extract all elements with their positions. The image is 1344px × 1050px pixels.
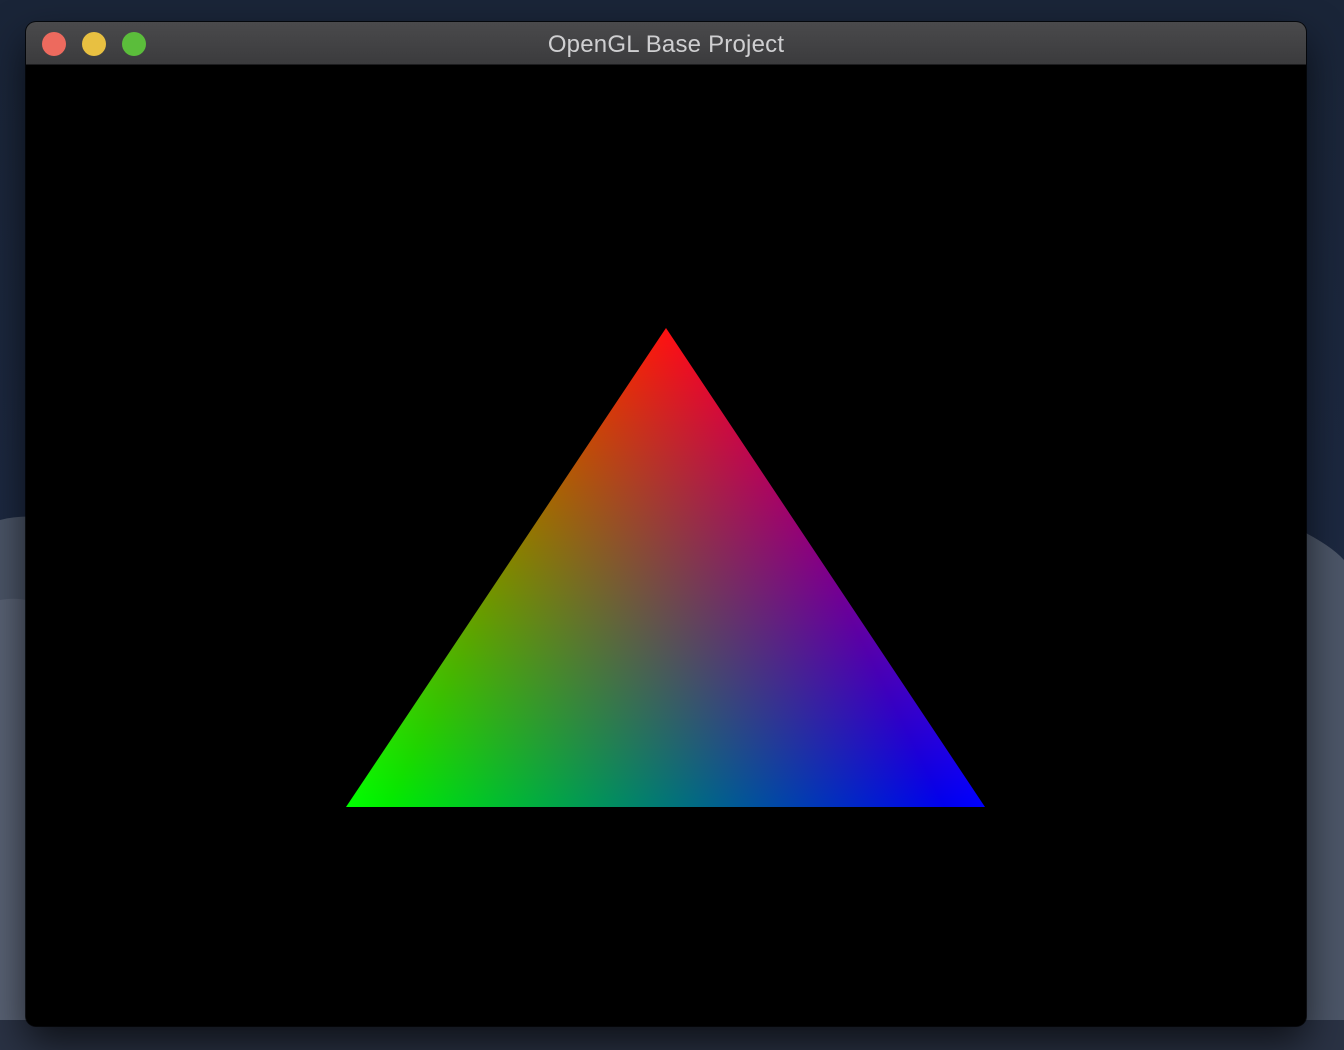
opengl-viewport[interactable] [26,65,1306,1026]
window-title: OpenGL Base Project [547,31,785,58]
app-window: OpenGL Base Project [26,22,1306,1026]
title-bar[interactable]: OpenGL Base Project [26,22,1306,65]
render-canvas [26,65,1306,1026]
